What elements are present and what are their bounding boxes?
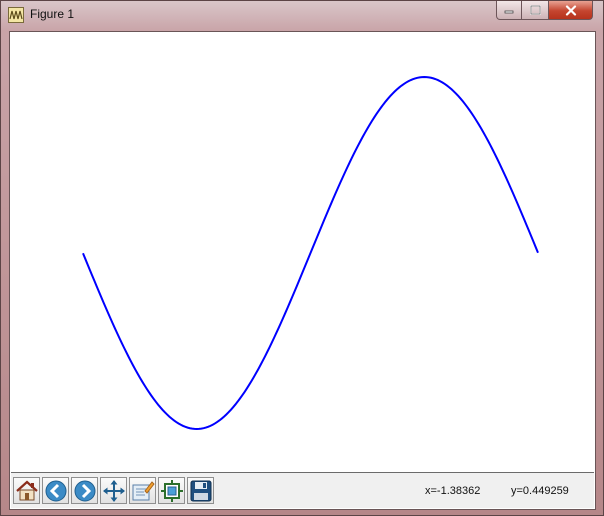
figure-client-area: x=-1.38362 y=0.449259 [9, 31, 596, 510]
zoom-button[interactable] [129, 477, 156, 504]
subplots-button[interactable] [158, 477, 185, 504]
x-coordinate-readout: x=-1.38362 [425, 485, 481, 497]
pan-arrows-icon [103, 480, 125, 502]
plot-canvas[interactable] [11, 33, 594, 472]
navigation-toolbar: x=-1.38362 y=0.449259 [11, 472, 594, 508]
series-line-0 [82, 75, 539, 431]
figure-app-icon [8, 7, 24, 23]
title-bar[interactable]: Figure 1 [1, 1, 603, 31]
sine-plot [82, 75, 539, 431]
zoom-rect-icon [132, 481, 155, 501]
minimize-button[interactable] [496, 1, 522, 20]
close-button[interactable] [549, 1, 593, 20]
close-icon [565, 4, 576, 16]
maximize-button[interactable] [522, 1, 549, 20]
save-button[interactable] [187, 477, 214, 504]
home-button[interactable] [13, 477, 40, 504]
figure-window: Figure 1 x=-1.38362 y=0.449259 [0, 0, 604, 516]
maximize-icon [529, 5, 541, 15]
floppy-disk-icon [190, 480, 212, 502]
back-arrow-icon [45, 480, 67, 502]
minimize-icon [504, 10, 514, 14]
back-button[interactable] [42, 477, 69, 504]
pan-button[interactable] [100, 477, 127, 504]
forward-button[interactable] [71, 477, 98, 504]
subplots-config-icon [161, 480, 183, 502]
home-icon [16, 480, 38, 501]
y-coordinate-readout: y=0.449259 [511, 485, 569, 497]
window-title: Figure 1 [30, 7, 75, 21]
forward-arrow-icon [74, 480, 96, 502]
